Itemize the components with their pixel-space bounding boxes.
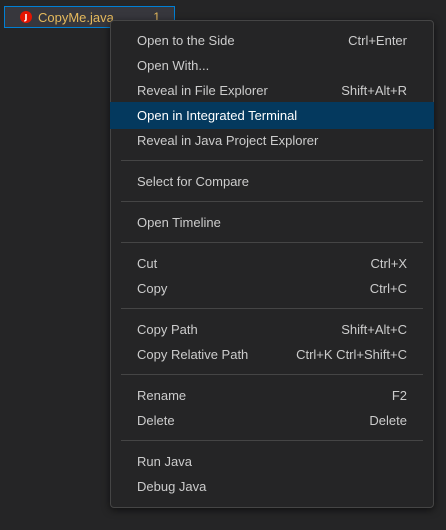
menu-item-label: Run Java xyxy=(137,454,192,469)
menu-separator xyxy=(121,308,423,309)
menu-item-shortcut: Shift+Alt+C xyxy=(341,322,407,337)
menu-separator xyxy=(121,374,423,375)
menu-item-label: Open in Integrated Terminal xyxy=(137,108,298,123)
menu-item-shortcut: F2 xyxy=(391,388,407,403)
menu-item-label: Rename xyxy=(137,388,187,403)
menu-item-open-with[interactable]: Open With... xyxy=(111,53,433,78)
menu-item-reveal-in-file-explorer[interactable]: Reveal in File Explorer Shift+Alt+R xyxy=(111,78,433,103)
menu-item-delete[interactable]: Delete Delete xyxy=(111,408,433,433)
menu-item-label: Cut xyxy=(137,256,158,271)
menu-item-copy-relative-path[interactable]: Copy Relative Path Ctrl+K Ctrl+Shift+C xyxy=(111,342,433,367)
menu-item-cut[interactable]: Cut Ctrl+X xyxy=(111,251,433,276)
menu-item-open-to-the-side[interactable]: Open to the Side Ctrl+Enter xyxy=(111,28,433,53)
menu-item-label: Open to the Side xyxy=(137,33,235,48)
menu-separator xyxy=(121,440,423,441)
menu-item-label: Copy Relative Path xyxy=(137,347,249,362)
menu-item-label: Copy xyxy=(137,281,168,296)
menu-item-reveal-in-java-project-explorer[interactable]: Reveal in Java Project Explorer xyxy=(111,128,433,153)
menu-item-shortcut: Ctrl+X xyxy=(370,256,407,271)
menu-item-shortcut: Shift+Alt+R xyxy=(341,83,407,98)
menu-separator xyxy=(121,201,423,202)
menu-item-run-java[interactable]: Run Java xyxy=(111,449,433,474)
menu-item-label: Open With... xyxy=(137,58,210,73)
menu-item-open-timeline[interactable]: Open Timeline xyxy=(111,210,433,235)
menu-item-rename[interactable]: Rename F2 xyxy=(111,383,433,408)
java-error-icon: J xyxy=(20,11,32,23)
menu-item-label: Select for Compare xyxy=(137,174,249,189)
menu-separator xyxy=(121,160,423,161)
menu-item-shortcut: Ctrl+Enter xyxy=(348,33,407,48)
menu-item-shortcut: Delete xyxy=(369,413,407,428)
menu-item-open-in-integrated-terminal[interactable]: Open in Integrated Terminal xyxy=(110,102,434,129)
context-menu: Open to the Side Ctrl+Enter Open With... Re… xyxy=(110,20,434,508)
menu-item-copy-path[interactable]: Copy Path Shift+Alt+C xyxy=(111,317,433,342)
menu-item-shortcut: Ctrl+K Ctrl+Shift+C xyxy=(296,347,407,362)
menu-item-label: Debug Java xyxy=(137,479,207,494)
menu-item-debug-java[interactable]: Debug Java xyxy=(111,474,433,499)
menu-item-label: Copy Path xyxy=(137,322,198,337)
menu-item-label: Open Timeline xyxy=(137,215,221,230)
menu-item-shortcut: Ctrl+C xyxy=(369,281,407,296)
menu-item-label: Reveal in File Explorer xyxy=(137,83,268,98)
menu-item-copy[interactable]: Copy Ctrl+C xyxy=(111,276,433,301)
menu-item-select-for-compare[interactable]: Select for Compare xyxy=(111,169,433,194)
menu-item-label: Reveal in Java Project Explorer xyxy=(137,133,319,148)
menu-item-label: Delete xyxy=(137,413,175,428)
menu-separator xyxy=(121,242,423,243)
